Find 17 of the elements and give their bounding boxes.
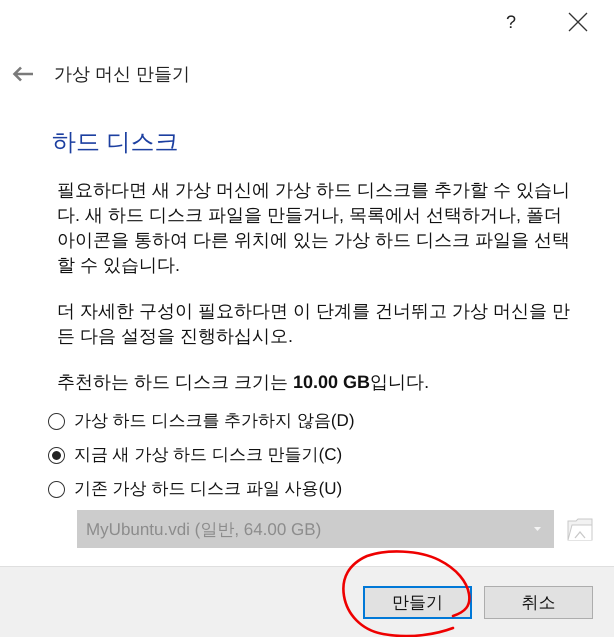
close-icon[interactable] xyxy=(568,12,588,32)
description-text: 더 자세한 구성이 필요하다면 이 단계를 건너뛰고 가상 머신을 만든 다음 설정을 진행하십시오. xyxy=(57,300,572,348)
caret-icon xyxy=(534,527,541,531)
wizard-title: 가상 머신 만들기 xyxy=(54,63,190,86)
back-arrow-icon[interactable] xyxy=(12,66,34,82)
radio-label[interactable]: 기존 가상 하드 디스크 파일 사용(U) xyxy=(74,479,342,499)
description-text: 추천하는 하드 디스크 크기는 10.00 GB입니다. xyxy=(57,371,430,394)
radio-button[interactable] xyxy=(48,446,65,464)
radio-button[interactable] xyxy=(48,412,65,430)
dialog-button[interactable]: 취소 xyxy=(484,586,593,618)
radio-label[interactable]: 지금 새 가상 하드 디스크 만들기(C) xyxy=(74,445,342,465)
description-text: 필요하다면 새 가상 머신에 가상 하드 디스크를 추가할 수 있습니다. 새 하드 디스크 파일을 만들거나, 목록에서 선택하거나, 폴더 아이콘을 통하여 다른 위치에 있는 가상 하드 디스크 파일을 선택할 수 있습니다. xyxy=(57,179,572,277)
page-heading: 하드 디스크 xyxy=(52,129,179,156)
radio-label[interactable]: 가상 하드 디스크를 추가하지 않음(D) xyxy=(74,411,354,431)
dialog-button[interactable]: 만들기 xyxy=(363,586,472,618)
help-button[interactable]: ? xyxy=(506,12,516,32)
radio-button[interactable] xyxy=(48,480,65,498)
